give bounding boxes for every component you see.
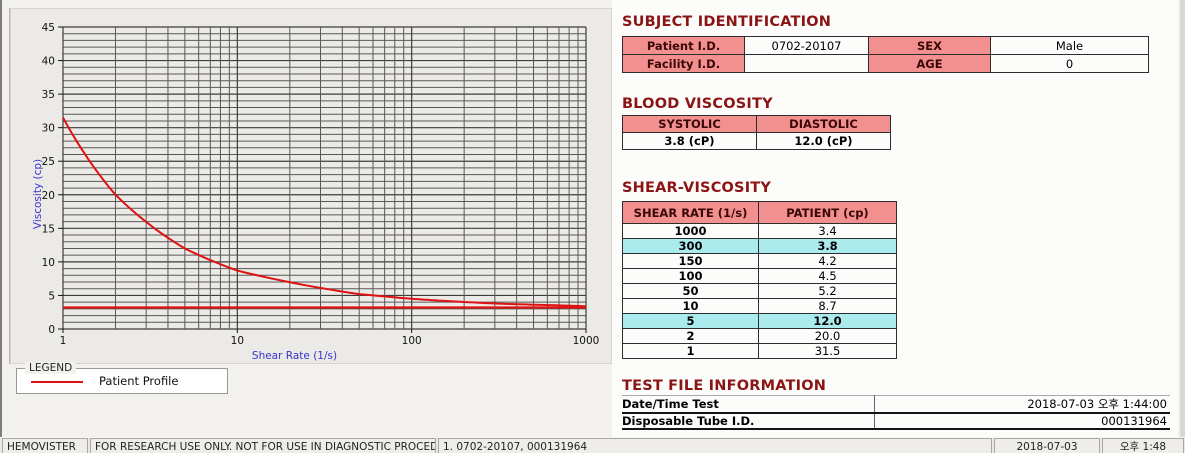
date-time-test-value: 2018-07-03 오후 1:44:00	[874, 395, 1170, 414]
patient-viscosity-cell: 12.0	[758, 313, 897, 329]
section-title-blood-viscosity: BLOOD VISCOSITY	[622, 96, 773, 112]
shear-rate-cell: 100	[622, 268, 759, 284]
patient-viscosity-cell: 5.2	[758, 283, 897, 299]
shear-rate-cell: 150	[622, 253, 759, 269]
svg-text:45: 45	[42, 22, 55, 34]
patient-viscosity-cell: 31.5	[758, 343, 897, 359]
gridlines	[62, 26, 587, 330]
patient-id-label: Patient I.D.	[622, 36, 745, 55]
table-row: 3.8 (cP) 12.0 (cP)	[622, 132, 891, 150]
shear-rate-cell: 2	[622, 328, 759, 344]
systolic-header: SYSTOLIC	[622, 115, 757, 133]
table-row: 10 8.7	[622, 298, 897, 314]
patient-id-value: 0702-20107	[744, 36, 869, 55]
section-title-test-file-information: TEST FILE INFORMATION	[622, 378, 827, 394]
patient-viscosity-cell: 3.4	[758, 223, 897, 239]
legend-title: LEGEND	[25, 362, 77, 374]
window-left-edge	[0, 0, 2, 453]
table-row: 5 12.0	[622, 313, 897, 329]
status-time: 오후 1:48	[1102, 438, 1184, 453]
patient-viscosity-cell: 4.5	[758, 268, 897, 284]
patient-cp-header: PATIENT (cp)	[758, 201, 897, 224]
table-row: 300 3.8	[622, 238, 897, 254]
table-row: Patient I.D. 0702-20107 SEX Male	[622, 36, 1149, 55]
date-time-test-label: Date/Time Test	[622, 395, 875, 414]
shear-rate-cell: 10	[622, 298, 759, 314]
blood-viscosity-table: SYSTOLIC DIASTOLIC 3.8 (cP) 12.0 (cP)	[622, 115, 891, 150]
legend-entry-label: Patient Profile	[99, 374, 179, 388]
window-right-edge	[1180, 0, 1185, 437]
shear-rate-cell: 50	[622, 283, 759, 299]
table-row: 150 4.2	[622, 253, 897, 269]
test-file-information-table: Date/Time Test 2018-07-03 오후 1:44:00 Dis…	[622, 395, 1170, 430]
status-app-name: HEMOVISTER	[2, 438, 88, 453]
legend-box: LEGEND Patient Profile	[16, 362, 228, 394]
patient-viscosity-cell: 20.0	[758, 328, 897, 344]
svg-text:0: 0	[48, 324, 55, 336]
svg-text:100: 100	[402, 335, 422, 347]
x-axis-ticks: 1 10 100 1000	[60, 329, 600, 347]
shear-viscosity-chart: 0510152025303540451 10 100 1000Viscosity (c…	[32, 22, 600, 362]
patient-viscosity-cell: 4.2	[758, 253, 897, 269]
patient-profile-curve	[62, 117, 587, 308]
subject-identification-table: Patient I.D. 0702-20107 SEX Male Facilit…	[622, 36, 1149, 73]
table-row: Date/Time Test 2018-07-03 오후 1:44:00	[622, 395, 1170, 414]
table-row: Disposable Tube I.D. 000131964	[622, 413, 1170, 430]
status-file-info: 1. 0702-20107, 000131964	[438, 438, 992, 453]
table-row: 2 20.0	[622, 328, 897, 344]
table-row: 1000 3.4	[622, 223, 897, 239]
shear-rate-cell: 5	[622, 313, 759, 329]
disposable-tube-id-value: 000131964	[874, 413, 1170, 430]
shear-rate-cell: 1	[622, 343, 759, 359]
status-bar: HEMOVISTER FOR RESEARCH USE ONLY. NOT FO…	[0, 437, 1185, 453]
svg-text:10: 10	[231, 335, 244, 347]
svg-text:30: 30	[42, 123, 55, 135]
age-value: 0	[990, 54, 1149, 73]
status-date: 2018-07-03	[994, 438, 1100, 453]
svg-text:35: 35	[42, 89, 55, 101]
diastolic-value: 12.0 (cP)	[756, 132, 891, 150]
status-disclaimer: FOR RESEARCH USE ONLY. NOT FOR USE IN DI…	[90, 438, 436, 453]
section-title-shear-viscosity: SHEAR-VISCOSITY	[622, 180, 772, 196]
disposable-tube-id-label: Disposable Tube I.D.	[622, 413, 875, 430]
svg-text:1: 1	[60, 335, 67, 347]
shear-rate-header: SHEAR RATE (1/s)	[622, 201, 759, 224]
sex-label: SEX	[868, 36, 991, 55]
table-row: 100 4.5	[622, 268, 897, 284]
shear-viscosity-table: SHEAR RATE (1/s) PATIENT (cp) 1000 3.4 300…	[622, 201, 897, 359]
sex-value: Male	[990, 36, 1149, 55]
table-header-row: SHEAR RATE (1/s) PATIENT (cp)	[622, 201, 897, 224]
table-row: SYSTOLIC DIASTOLIC	[622, 115, 891, 133]
app-window: 0 5 10 15 20 25 30 35 40 45 1 10 100 1000 Viscosity (c…	[0, 0, 1185, 453]
patient-viscosity-cell: 3.8	[758, 238, 897, 254]
facility-id-label: Facility I.D.	[622, 54, 745, 73]
svg-text:5: 5	[48, 290, 55, 302]
y-axis-ticks: 051015202530354045	[42, 22, 63, 336]
report-panel: SUBJECT IDENTIFICATION Patient I.D. 0702…	[612, 0, 1178, 437]
table-row: Facility I.D. AGE 0	[622, 54, 1149, 73]
section-title-subject-identification: SUBJECT IDENTIFICATION	[622, 14, 832, 30]
table-row: 50 5.2	[622, 283, 897, 299]
svg-text:40: 40	[42, 56, 55, 68]
y-axis-label: Viscosity (cp)	[32, 159, 44, 229]
age-label: AGE	[868, 54, 991, 73]
table-row: 1 31.5	[622, 343, 897, 359]
x-axis-label: Shear Rate (1/s)	[252, 350, 337, 362]
systolic-value: 3.8 (cP)	[622, 132, 757, 150]
diastolic-header: DIASTOLIC	[756, 115, 891, 133]
svg-text:10: 10	[42, 257, 55, 269]
viscosity-chart-panel: 0 5 10 15 20 25 30 35 40 45 1 10 100 1000 Viscosity (c…	[10, 8, 612, 364]
svg-text:1000: 1000	[573, 335, 600, 347]
shear-rate-cell: 1000	[622, 223, 759, 239]
shear-rate-cell: 300	[622, 238, 759, 254]
patient-profile-line-swatch	[31, 381, 83, 383]
facility-id-value	[744, 54, 869, 73]
patient-viscosity-cell: 8.7	[758, 298, 897, 314]
